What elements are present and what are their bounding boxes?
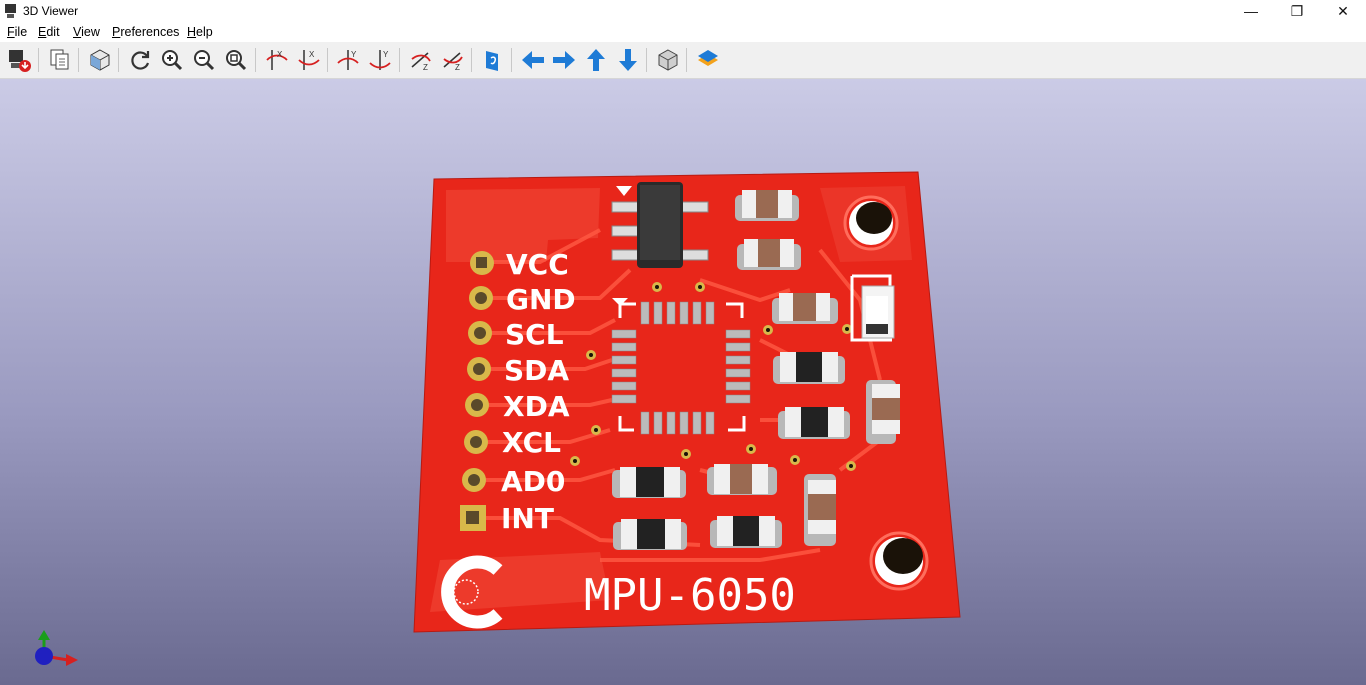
pin-label-xcl: XCL [502,426,561,459]
zoom-in-icon[interactable] [159,47,185,73]
pan-right-icon[interactable] [551,47,577,73]
pin-label-scl: SCL [505,318,564,351]
pin-label-vcc: VCC [506,248,569,281]
svg-text:Z: Z [423,63,428,72]
reload-icon[interactable] [127,47,153,73]
pan-up-icon[interactable] [583,47,609,73]
toolbar: X X Y Y Z Z [0,42,1366,79]
axes-gizmo [35,630,78,666]
zoom-out-icon[interactable] [191,47,217,73]
menu-edit[interactable]: Edit [38,25,60,39]
window-title: 3D Viewer [23,4,79,18]
toolbar-separator [118,48,119,72]
menu-preferences[interactable]: Preferences [112,25,179,39]
pin-label-int: INT [501,502,554,535]
toggle-projection-icon[interactable] [655,47,681,73]
menu-view[interactable]: View [73,25,100,39]
render-options-icon[interactable] [87,47,113,73]
flip-board-icon[interactable] [480,47,506,73]
svg-text:X: X [277,50,283,59]
layers-icon[interactable] [695,47,721,73]
export-image-icon[interactable] [6,47,32,73]
board-title: MPU-6050 [584,570,796,621]
pan-down-icon[interactable] [615,47,641,73]
toolbar-separator [399,48,400,72]
toolbar-separator [471,48,472,72]
rotate-z-ccw-icon[interactable]: Z [440,47,466,73]
toolbar-separator [327,48,328,72]
pin-label-sda: SDA [504,354,569,387]
maximize-button[interactable]: ❐ [1274,0,1320,22]
zoom-fit-icon[interactable] [223,47,249,73]
toolbar-separator [511,48,512,72]
toolbar-separator [38,48,39,72]
title-bar: 3D Viewer — ❐ ✕ [0,0,1366,22]
toolbar-separator [78,48,79,72]
pcb-render: VCC GND SCL SDA XDA XCL AD0 INT MPU-6050 [35,171,961,666]
rotate-y-cw-icon[interactable]: Y [335,47,361,73]
app-icon [5,4,16,18]
menu-file[interactable]: File [7,25,27,39]
toolbar-separator [686,48,687,72]
3d-viewport[interactable]: VCC GND SCL SDA XDA XCL AD0 INT MPU-6050 [0,79,1366,685]
svg-text:Y: Y [383,50,389,59]
toolbar-separator [646,48,647,72]
pin-label-ad0: AD0 [501,465,565,498]
mounting-hole-shadow [856,202,892,234]
pan-left-icon[interactable] [520,47,546,73]
close-button[interactable]: ✕ [1320,0,1366,22]
copy-image-icon[interactable] [47,47,73,73]
svg-text:Y: Y [351,50,357,59]
rotate-x-ccw-icon[interactable]: X [296,47,322,73]
minimize-button[interactable]: — [1228,0,1274,22]
toolbar-separator [255,48,256,72]
pin-label-gnd: GND [506,283,576,316]
svg-text:Z: Z [455,63,460,72]
rotate-y-ccw-icon[interactable]: Y [367,47,393,73]
rotate-x-cw-icon[interactable]: X [264,47,290,73]
rotate-z-cw-icon[interactable]: Z [408,47,434,73]
pin-label-xda: XDA [503,390,570,423]
menu-bar: File Edit View Preferences Help [0,22,1366,42]
menu-help[interactable]: Help [187,25,213,39]
svg-text:X: X [309,50,315,59]
mounting-hole-shadow [883,538,923,574]
